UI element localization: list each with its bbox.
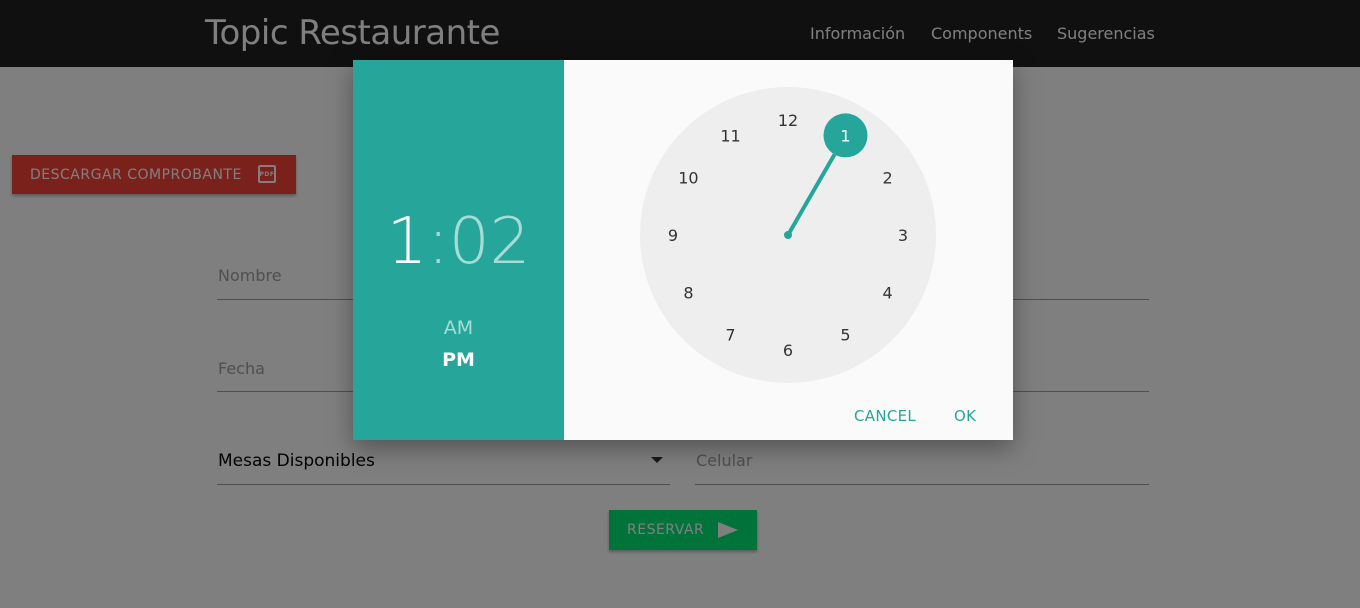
- clock-dial[interactable]: 121234567891011: [353, 60, 1013, 440]
- clock-number-4[interactable]: 4: [882, 284, 892, 303]
- timepicker-modal: 1:02 AM PM 12 1 2 3 4 5 6 7 8 9 10 11 CANCEL OK: [353, 60, 1013, 440]
- clock-number-1[interactable]: 1: [840, 126, 850, 145]
- clock-number-11[interactable]: 11: [720, 126, 740, 145]
- clock-center-dot: [784, 231, 792, 239]
- clock-number-7[interactable]: 7: [725, 326, 735, 345]
- clock-number-8[interactable]: 8: [683, 284, 693, 303]
- ok-button[interactable]: OK: [954, 407, 976, 425]
- cancel-button[interactable]: CANCEL: [854, 407, 916, 425]
- clock-number-2[interactable]: 2: [882, 169, 892, 188]
- clock-number-3[interactable]: 3: [898, 226, 908, 245]
- clock-number-6[interactable]: 6: [783, 341, 793, 360]
- clock-number-9[interactable]: 9: [668, 226, 678, 245]
- clock-number-12[interactable]: 12: [778, 111, 798, 130]
- clock-number-10[interactable]: 10: [678, 169, 698, 188]
- clock-number-5[interactable]: 5: [840, 326, 850, 345]
